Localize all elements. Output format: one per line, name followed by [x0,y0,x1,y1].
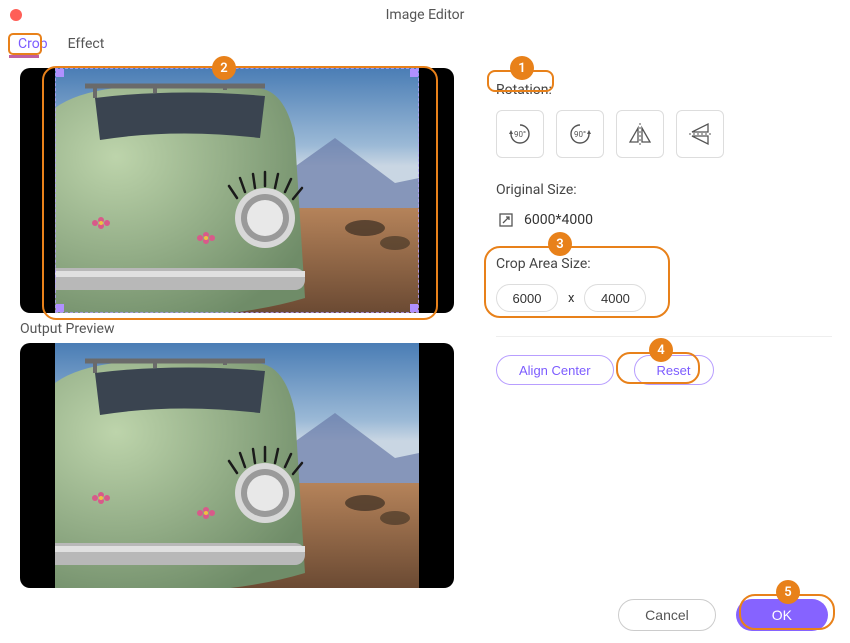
callout-2: 2 [212,56,236,80]
left-column: Output Preview [20,68,460,588]
crop-area-inputs: x [496,284,832,312]
reset-button[interactable]: Reset [634,355,714,385]
callout-4: 4 [649,338,673,362]
output-preview [20,343,454,588]
svg-text:90°: 90° [574,130,586,139]
callout-5: 5 [776,580,800,604]
crop-area-size-label: Crop Area Size: [496,256,832,272]
flip-horizontal-icon [626,120,654,148]
tab-crop[interactable]: Crop [8,32,58,56]
rotate-cw-icon: 90° [566,120,594,148]
crop-handle-top-right[interactable] [410,69,418,77]
window-title: Image Editor [386,7,465,23]
flip-vertical-button[interactable] [676,110,724,158]
rotate-cw-button[interactable]: 90° [556,110,604,158]
output-preview-label: Output Preview [20,321,460,337]
align-center-button[interactable]: Align Center [496,355,614,385]
rotation-label: Rotation: [496,82,832,98]
flip-horizontal-button[interactable] [616,110,664,158]
callout-1: 1 [510,56,534,80]
crop-handle-bottom-left[interactable] [56,304,64,312]
rotation-buttons: 90° 90° [496,110,832,158]
close-window-button[interactable] [10,9,22,21]
expand-icon [498,212,514,228]
tabs-row: Crop Effect [0,30,850,58]
callout-3: 3 [548,232,572,256]
svg-text:90°: 90° [514,130,526,139]
original-size-label: Original Size: [496,182,832,198]
rotate-ccw-button[interactable]: 90° [496,110,544,158]
rotate-ccw-icon: 90° [506,120,534,148]
flip-vertical-icon [686,120,714,148]
crop-handle-top-left[interactable] [56,69,64,77]
cancel-button[interactable]: Cancel [618,599,716,631]
right-column: Rotation: 90° 90° [496,68,832,588]
crop-height-input[interactable] [584,284,646,312]
original-size-value-row: 6000*4000 [496,212,832,228]
crop-preview[interactable] [20,68,454,313]
crop-separator: x [568,291,574,306]
active-tab-underline [9,55,39,58]
ok-button[interactable]: OK [736,599,828,631]
title-bar: Image Editor [0,0,850,30]
crop-width-input[interactable] [496,284,558,312]
footer-buttons: Cancel OK [618,599,828,631]
tab-effect[interactable]: Effect [58,32,115,56]
divider [496,336,832,337]
crop-handle-bottom-right[interactable] [410,304,418,312]
original-size-value: 6000*4000 [524,212,593,228]
